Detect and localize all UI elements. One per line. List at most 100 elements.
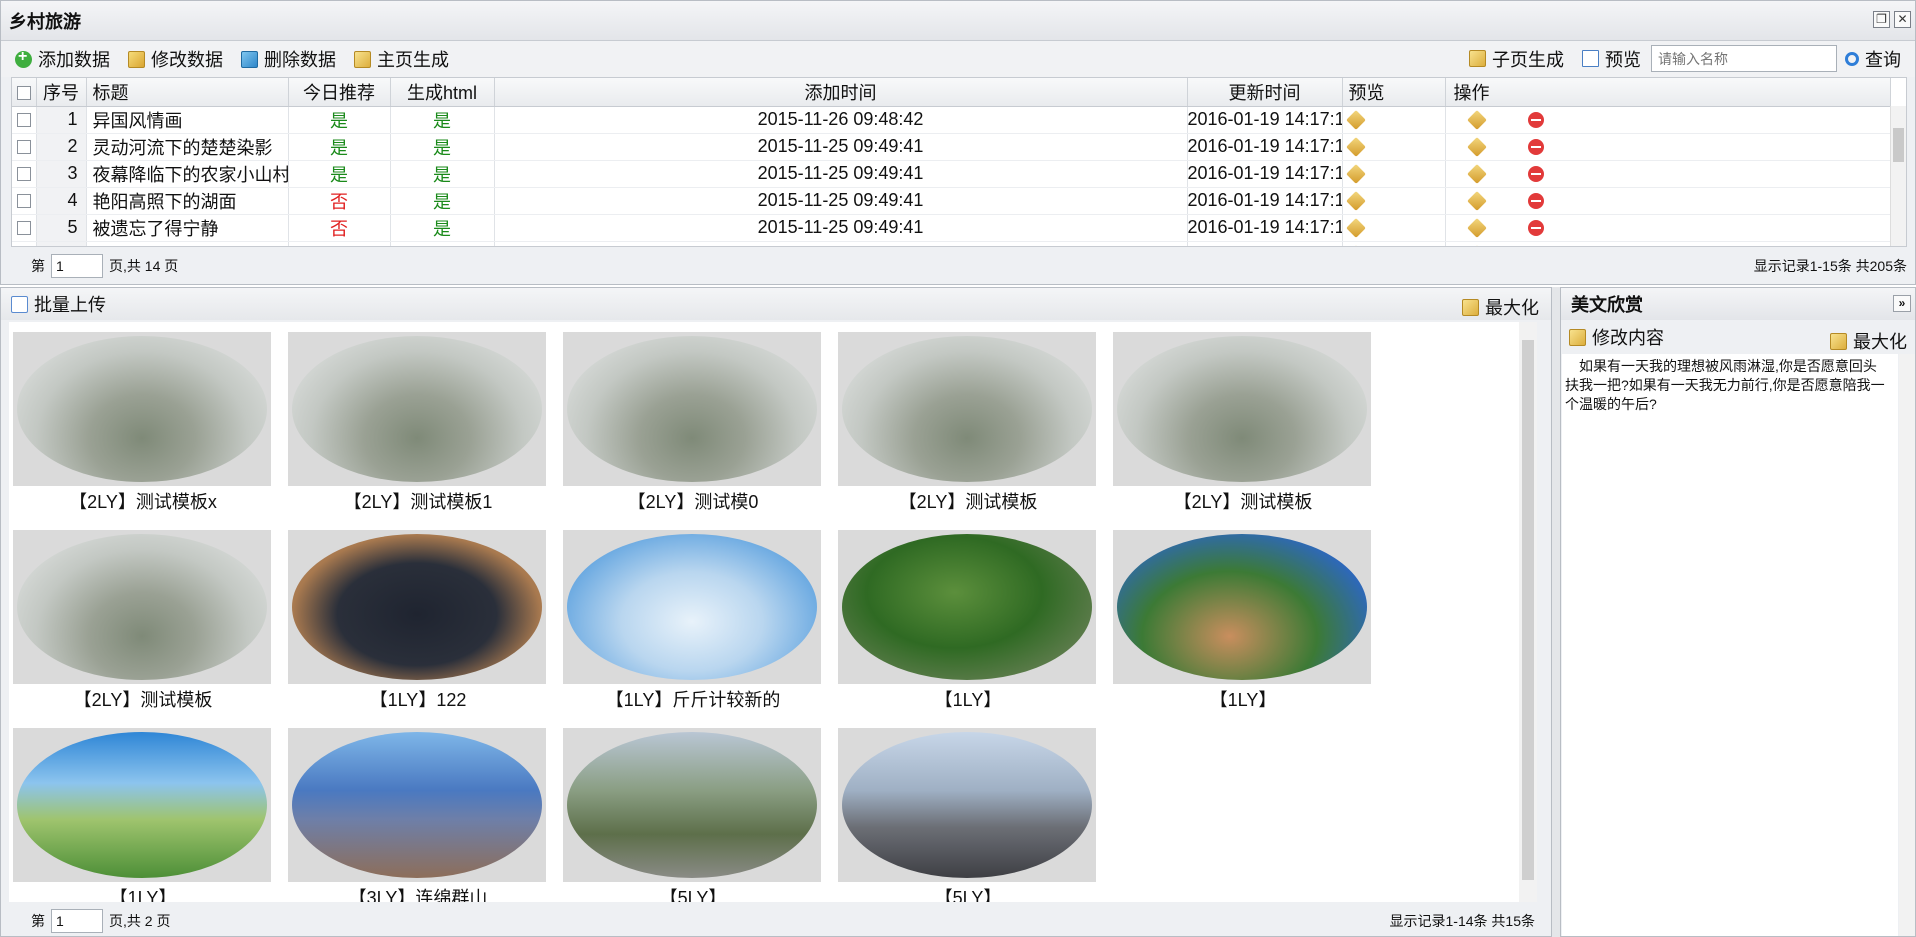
select-all-checkbox[interactable] <box>12 78 37 107</box>
gallery-item[interactable]: 【2LY】测试模板x <box>13 332 273 514</box>
toolbar: 添加数据 修改数据 删除数据 主页生成 子页生成 <box>1 41 1915 77</box>
article-scrollbar[interactable] <box>1899 354 1915 936</box>
column-header[interactable]: 生成html <box>390 78 495 107</box>
maximize-button[interactable]: 最大化 <box>1830 328 1907 354</box>
preview-button[interactable]: 预览 <box>1582 46 1641 72</box>
delete-icon[interactable] <box>1527 139 1544 156</box>
column-header[interactable]: 标题 <box>86 78 289 107</box>
delete-icon[interactable] <box>1527 166 1544 183</box>
preview-pencil-icon[interactable] <box>1345 164 1366 185</box>
thumbnail-image[interactable] <box>1113 332 1371 486</box>
preview-pencil-icon[interactable] <box>1345 110 1366 131</box>
gallery-item[interactable]: 【2LY】测试模板 <box>13 530 273 712</box>
thumbnail-image[interactable] <box>563 332 821 486</box>
row-actions <box>1445 106 1891 134</box>
edit-pencil-icon[interactable] <box>1466 218 1487 239</box>
gallery-item[interactable]: 【1LY】斤斤计较新的 <box>563 530 823 712</box>
preview-pencil-icon[interactable] <box>1345 191 1366 212</box>
edit-data-button[interactable]: 修改数据 <box>128 46 223 72</box>
add-data-button[interactable]: 添加数据 <box>15 46 110 72</box>
row-checkbox[interactable] <box>12 187 37 215</box>
edit-pencil-icon[interactable] <box>1466 245 1487 246</box>
delete-icon[interactable] <box>1527 112 1544 129</box>
thumbnail-image[interactable] <box>288 332 546 486</box>
row-title: 灵动河流下的楚楚染影 <box>86 133 289 161</box>
gallery-item[interactable]: 【5LY】 <box>838 728 1098 902</box>
maximize-button[interactable]: 最大化 <box>1462 294 1539 320</box>
edit-pencil-icon[interactable] <box>1466 191 1487 212</box>
table-row[interactable]: 4 艳阳高照下的湖面否是 2015-11-25 09:49:41 2016-01-19… <box>12 187 1891 215</box>
thumbnail-image[interactable] <box>13 728 271 882</box>
row-checkbox[interactable] <box>12 160 37 188</box>
column-header[interactable]: 添加时间 <box>494 78 1188 107</box>
table-row[interactable]: 1 异国风情画是是 2015-11-26 09:48:42 2016-01-19 14… <box>12 106 1891 134</box>
laptop-icon <box>292 534 542 680</box>
delete-icon[interactable] <box>1527 193 1544 210</box>
row-updated-time: 2016-01-19 14:17:16 <box>1187 241 1343 246</box>
thumbnail-image[interactable] <box>13 530 271 684</box>
gallery-caption: 【2LY】测试模0 <box>627 492 759 512</box>
thumbnail-image[interactable] <box>1113 530 1371 684</box>
generate-subpage-button[interactable]: 子页生成 <box>1469 46 1564 72</box>
table-row[interactable]: 3 夜幕降临下的农家小山村是是 2015-11-25 09:49:41 2016-01… <box>12 160 1891 188</box>
gallery-item[interactable]: 【1LY】122 <box>288 530 548 712</box>
column-header[interactable]: 操作 <box>1445 78 1891 107</box>
thumbnail-image[interactable] <box>288 530 546 684</box>
column-header[interactable]: 今日推荐 <box>288 78 391 107</box>
gallery-item[interactable]: 【1LY】 <box>838 530 1098 712</box>
table-row[interactable]: 6秋秋花情否是2015-11-25 09:49:412016-01-19 14:… <box>12 241 1891 246</box>
delete-data-button[interactable]: 删除数据 <box>241 46 336 72</box>
preview-pencil-icon[interactable] <box>1345 245 1366 246</box>
gallery-item[interactable]: 【3LY】连绵群山 <box>288 728 548 902</box>
page-number-input[interactable]: 1 <box>51 254 103 278</box>
gallery-item[interactable]: 【2LY】测试模板 <box>1113 332 1373 514</box>
villa-icon <box>1117 534 1367 680</box>
search-input[interactable] <box>1651 45 1837 72</box>
column-header[interactable]: 序号 <box>36 78 87 107</box>
query-button[interactable]: 查询 <box>1845 46 1901 72</box>
gallery-item[interactable]: 【1LY】 <box>13 728 273 902</box>
table-row[interactable]: 2 灵动河流下的楚楚染影是是 2015-11-25 09:49:41 2016-01-… <box>12 133 1891 161</box>
document-icon <box>11 295 28 313</box>
article-title: 美文欣赏 <box>1571 295 1643 315</box>
page-number-input[interactable]: 1 <box>51 909 103 933</box>
edit-content-button[interactable]: 修改内容 <box>1569 324 1664 350</box>
column-header[interactable]: 预览 <box>1342 78 1446 107</box>
row-added-time: 2015-11-25 09:49:41 <box>494 187 1188 215</box>
gallery-item[interactable]: 【2LY】测试模板1 <box>288 332 548 514</box>
thumbnail-image[interactable] <box>13 332 271 486</box>
row-html: 是 <box>390 241 495 246</box>
gallery-item[interactable]: 【2LY】测试模板 <box>838 332 1098 514</box>
column-header[interactable]: 更新时间 <box>1187 78 1343 107</box>
gallery-scrollbar[interactable] <box>1519 322 1537 902</box>
gallery-item[interactable]: 【5LY】 <box>563 728 823 902</box>
row-checkbox[interactable] <box>12 133 37 161</box>
thumbnail-image[interactable] <box>563 728 821 882</box>
grid-scrollbar[interactable] <box>1890 106 1906 246</box>
row-checkbox[interactable] <box>12 106 37 134</box>
thumbnail-image[interactable] <box>838 332 1096 486</box>
close-icon[interactable]: ✕ <box>1894 11 1911 28</box>
preview-pencil-icon[interactable] <box>1345 218 1366 239</box>
edit-pencil-icon[interactable] <box>1466 164 1487 185</box>
collapse-icon[interactable]: » <box>1893 295 1911 312</box>
thumbnail-image[interactable] <box>838 530 1096 684</box>
gallery-item[interactable]: 【2LY】测试模0 <box>563 332 823 514</box>
restore-icon[interactable]: ❐ <box>1873 11 1890 28</box>
delete-icon[interactable] <box>1527 220 1544 237</box>
preview-pencil-icon[interactable] <box>1345 137 1366 158</box>
panel-splitter[interactable] <box>1552 287 1560 937</box>
edit-pencil-icon[interactable] <box>1466 110 1487 131</box>
table-row[interactable]: 5 被遗忘了得宁静否是 2015-11-25 09:49:41 2016-01-19 … <box>12 214 1891 242</box>
edit-pencil-icon[interactable] <box>1466 137 1487 158</box>
row-checkbox[interactable] <box>12 241 37 246</box>
row-number: 2 <box>36 133 87 161</box>
generate-home-button[interactable]: 主页生成 <box>354 46 449 72</box>
edit-content-label: 修改内容 <box>1592 328 1664 348</box>
thumbnail-image[interactable] <box>563 530 821 684</box>
thumbnail-image[interactable] <box>838 728 1096 882</box>
row-checkbox[interactable] <box>12 214 37 242</box>
gallery-item[interactable]: 【1LY】 <box>1113 530 1373 712</box>
row-number: 4 <box>36 187 87 215</box>
thumbnail-image[interactable] <box>288 728 546 882</box>
